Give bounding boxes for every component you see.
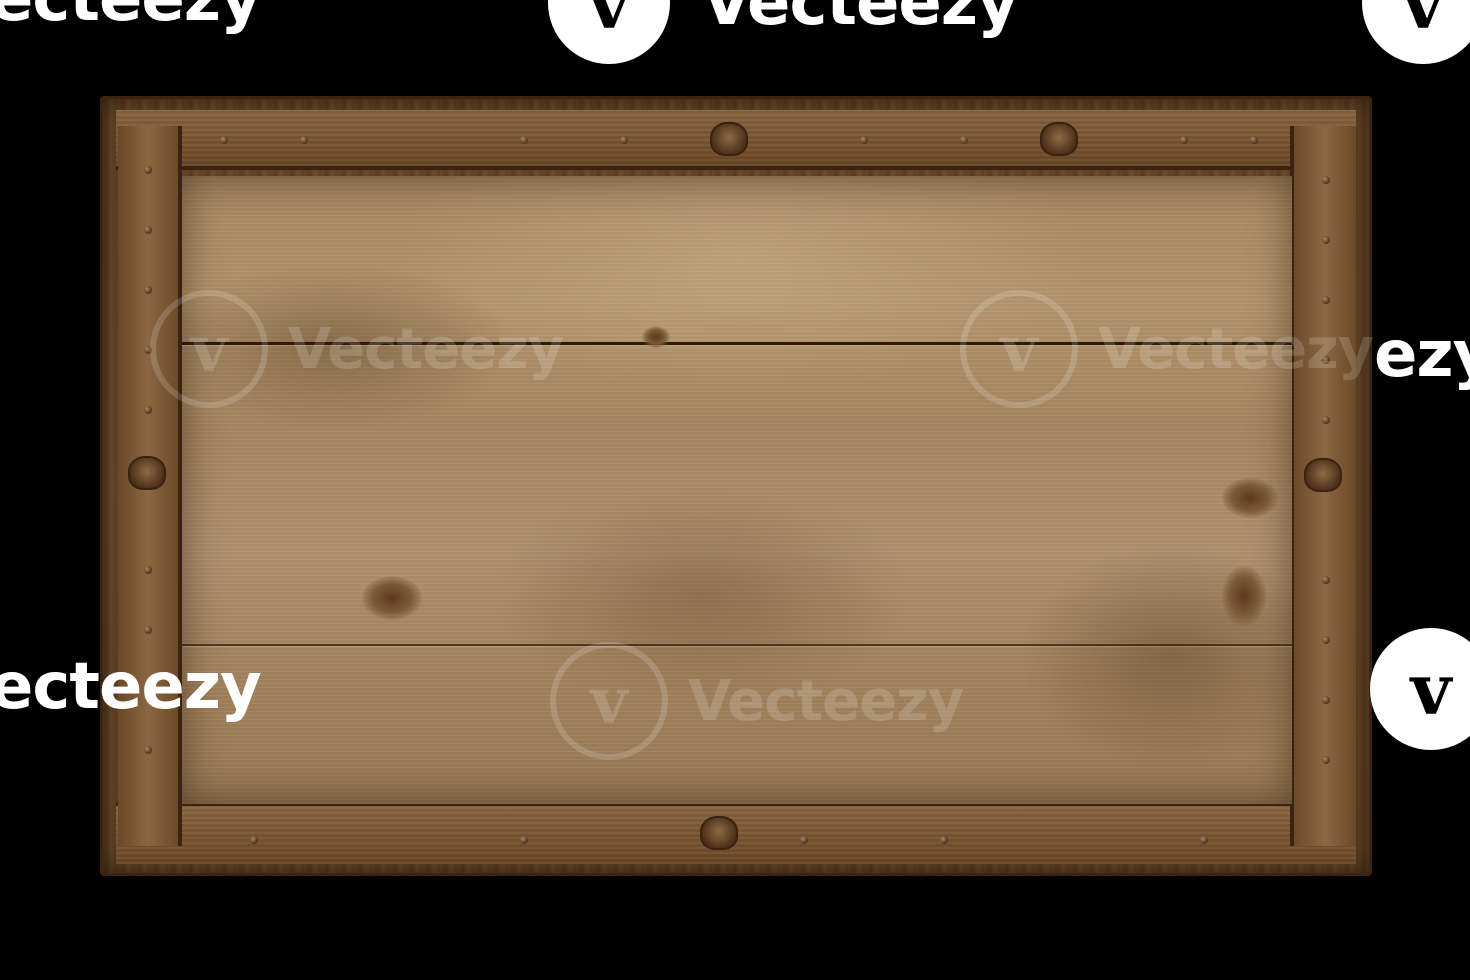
ornament-right: [1304, 458, 1342, 492]
stud: [144, 746, 152, 754]
stud: [300, 136, 308, 144]
watermark-text: ecteezy: [0, 0, 262, 36]
stud: [1322, 416, 1330, 424]
watermark-overlay: v Vecteezy: [150, 290, 564, 408]
image-canvas: ecteezy v Vecteezy v: [0, 0, 1470, 980]
wood-knot: [1222, 478, 1278, 518]
stud: [960, 136, 968, 144]
vecteezy-logo-icon: v: [550, 642, 668, 760]
ornament-top: [1040, 122, 1078, 156]
watermark-bottom-left: ecteezy: [0, 650, 262, 724]
watermark-text: Vecteezy: [702, 0, 1019, 40]
wood-knot: [362, 576, 422, 620]
watermark-text: Vecteezy: [688, 668, 964, 734]
stud: [220, 136, 228, 144]
ornament-left: [128, 456, 166, 490]
vecteezy-logo-icon: v: [1370, 628, 1470, 750]
vecteezy-logo-icon: v: [960, 290, 1078, 408]
stud: [860, 136, 868, 144]
watermark-top-center: v Vecteezy: [548, 0, 1019, 64]
watermark-top-right: v: [1362, 0, 1470, 64]
ornament-bottom: [700, 816, 738, 850]
stud: [144, 626, 152, 634]
vecteezy-logo-icon: v: [548, 0, 670, 64]
wood-knot: [642, 326, 670, 348]
stud: [1200, 836, 1208, 844]
vecteezy-logo-icon: v: [150, 290, 268, 408]
watermark-bottom-right: v: [1370, 628, 1470, 750]
watermark-overlay: v Vecteezy: [550, 642, 964, 760]
stud: [1322, 236, 1330, 244]
stud: [1322, 576, 1330, 584]
watermark-right-mid: ezy: [1374, 318, 1470, 392]
vecteezy-logo-icon: v: [1362, 0, 1470, 64]
stud: [250, 836, 258, 844]
stud: [940, 836, 948, 844]
stud: [620, 136, 628, 144]
watermark-text: Vecteezy: [1098, 316, 1374, 382]
stud: [800, 836, 808, 844]
stud: [1322, 636, 1330, 644]
stud: [144, 566, 152, 574]
stud: [1322, 696, 1330, 704]
watermark-top-left: ecteezy: [0, 0, 262, 36]
stud: [520, 136, 528, 144]
stud: [1180, 136, 1188, 144]
watermark-text: Vecteezy: [288, 316, 564, 382]
stud: [1250, 136, 1258, 144]
stud: [144, 226, 152, 234]
stud: [1322, 756, 1330, 764]
wood-knot: [1222, 566, 1266, 626]
ornament-top: [710, 122, 748, 156]
stud: [144, 166, 152, 174]
watermark-text: ezy: [1374, 318, 1470, 392]
watermark-overlay: v Vecteezy: [960, 290, 1374, 408]
watermark-text: ecteezy: [0, 650, 262, 724]
stud: [1322, 176, 1330, 184]
stud: [520, 836, 528, 844]
